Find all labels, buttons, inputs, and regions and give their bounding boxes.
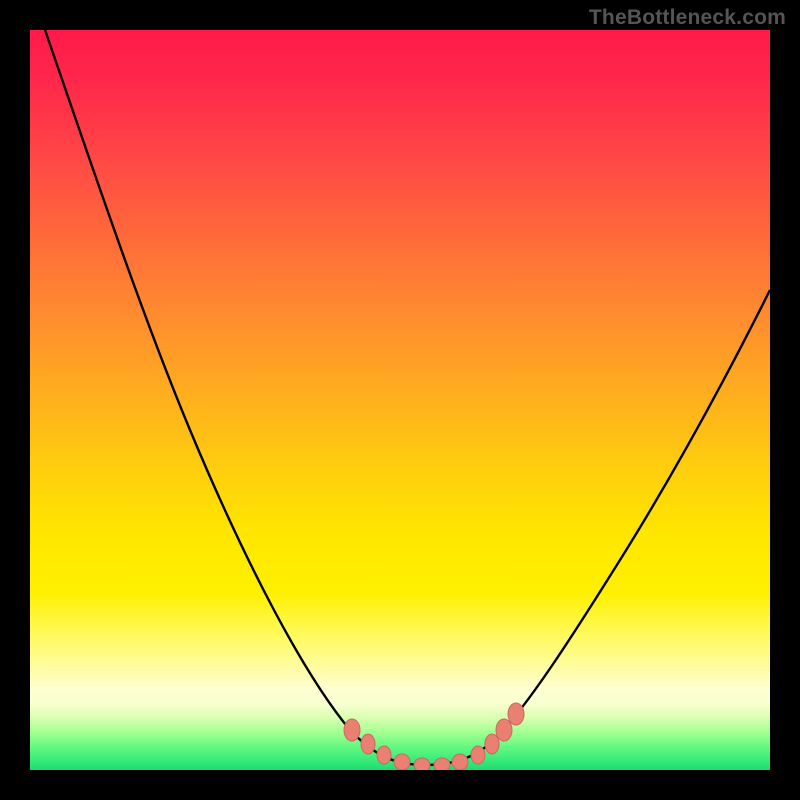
watermark-text: TheBottleneck.com xyxy=(589,6,786,30)
chart-frame: TheBottleneck.com xyxy=(0,0,800,800)
gradient-background xyxy=(30,30,770,770)
